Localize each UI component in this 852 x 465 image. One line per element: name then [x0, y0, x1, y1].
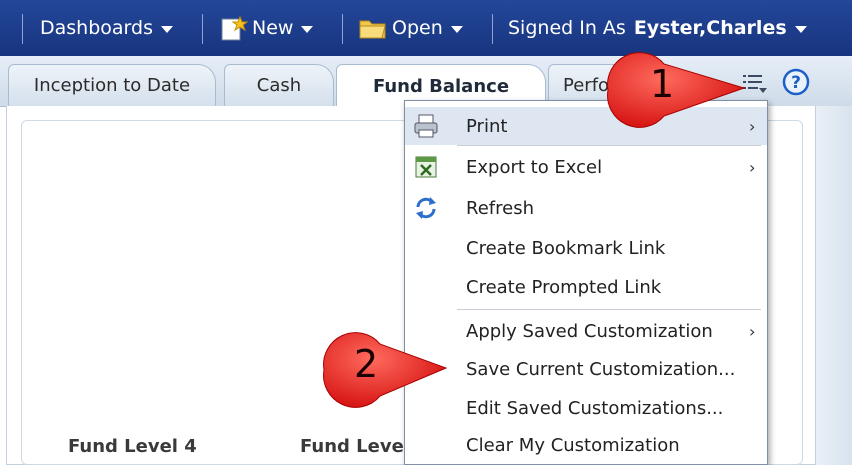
tab-cash[interactable]: Cash [224, 64, 334, 106]
refresh-icon [416, 197, 436, 219]
menu-item-label: Refresh [466, 197, 534, 219]
callout-number: 2 [354, 342, 379, 386]
menu-item-export-to-excel[interactable]: Export to Excel › [405, 148, 767, 186]
tab-label: Inception to Date [33, 75, 191, 96]
header-separator [342, 14, 343, 44]
menu-item-label: Apply Saved Customization [466, 320, 713, 342]
callout-number: 1 [650, 62, 675, 106]
callout-marker-2: 2 [318, 330, 448, 410]
fund-level-heading: Fund Leve [300, 436, 404, 457]
menu-item-label: Print [466, 115, 508, 137]
menu-item-apply-saved-customization[interactable]: Apply Saved Customization › [405, 312, 767, 350]
menu-item-label: Clear My Customization [466, 434, 680, 456]
top-header-bar: Dashboards New Open Signed In As Eyster,… [0, 0, 852, 56]
menu-item-label: Save Current Customization... [466, 358, 736, 380]
submenu-arrow-icon: › [749, 116, 756, 136]
svg-text:?: ? [791, 73, 801, 93]
menu-item-label: Create Prompted Link [466, 276, 662, 298]
menu-item-label: Export to Excel [466, 156, 603, 178]
folder-icon [359, 20, 386, 39]
menu-item-label: Create Bookmark Link [466, 237, 666, 259]
help-icon: ? [782, 68, 810, 96]
menu-item-refresh[interactable]: Refresh [405, 189, 767, 227]
menu-item-save-current-customization[interactable]: Save Current Customization... [405, 350, 767, 388]
menu-item-edit-saved-customizations[interactable]: Edit Saved Customizations... [405, 389, 767, 427]
header-separator [22, 14, 23, 44]
excel-icon [415, 156, 437, 178]
signed-in-label: Signed In As [508, 17, 626, 39]
callout-marker-1: 1 [598, 50, 746, 130]
callout-arrow-shape [323, 332, 448, 408]
menu-item-create-prompted-link[interactable]: Create Prompted Link [405, 268, 767, 306]
printer-icon [414, 114, 438, 138]
menu-divider [457, 145, 761, 146]
dashboards-menu[interactable]: Dashboards [40, 0, 173, 56]
fund-level-4-heading: Fund Level 4 [68, 436, 197, 457]
page-options-menu: Print › Export to Excel › Refresh Create… [404, 100, 768, 465]
header-separator [492, 14, 493, 44]
chevron-down-icon [160, 26, 173, 33]
tab-inception-to-date[interactable]: Inception to Date [8, 64, 216, 106]
user-name: Eyster,Charles [633, 17, 787, 39]
menu-item-create-bookmark-link[interactable]: Create Bookmark Link [405, 229, 767, 267]
open-label: Open [392, 17, 443, 39]
menu-item-clear-my-customization[interactable]: Clear My Customization [405, 426, 767, 464]
chevron-down-icon [450, 26, 463, 33]
new-document-icon [221, 15, 248, 41]
signed-in-menu[interactable]: Signed In As Eyster,Charles [508, 0, 807, 56]
tab-label: Cash [256, 75, 302, 96]
header-separator [202, 14, 203, 44]
dashboards-label: Dashboards [40, 17, 153, 39]
right-scroll-area [816, 106, 852, 465]
help-button[interactable]: ? [780, 66, 812, 98]
chevron-down-icon [794, 26, 807, 33]
submenu-arrow-icon: › [749, 321, 756, 341]
open-menu[interactable]: Open [358, 0, 463, 56]
new-label: New [252, 17, 294, 39]
submenu-arrow-icon: › [749, 157, 756, 177]
new-menu[interactable]: New [218, 0, 314, 56]
menu-divider [457, 309, 761, 310]
chevron-down-icon [301, 26, 314, 33]
tab-label: Fund Balance [372, 75, 510, 97]
menu-item-label: Edit Saved Customizations... [466, 397, 724, 419]
